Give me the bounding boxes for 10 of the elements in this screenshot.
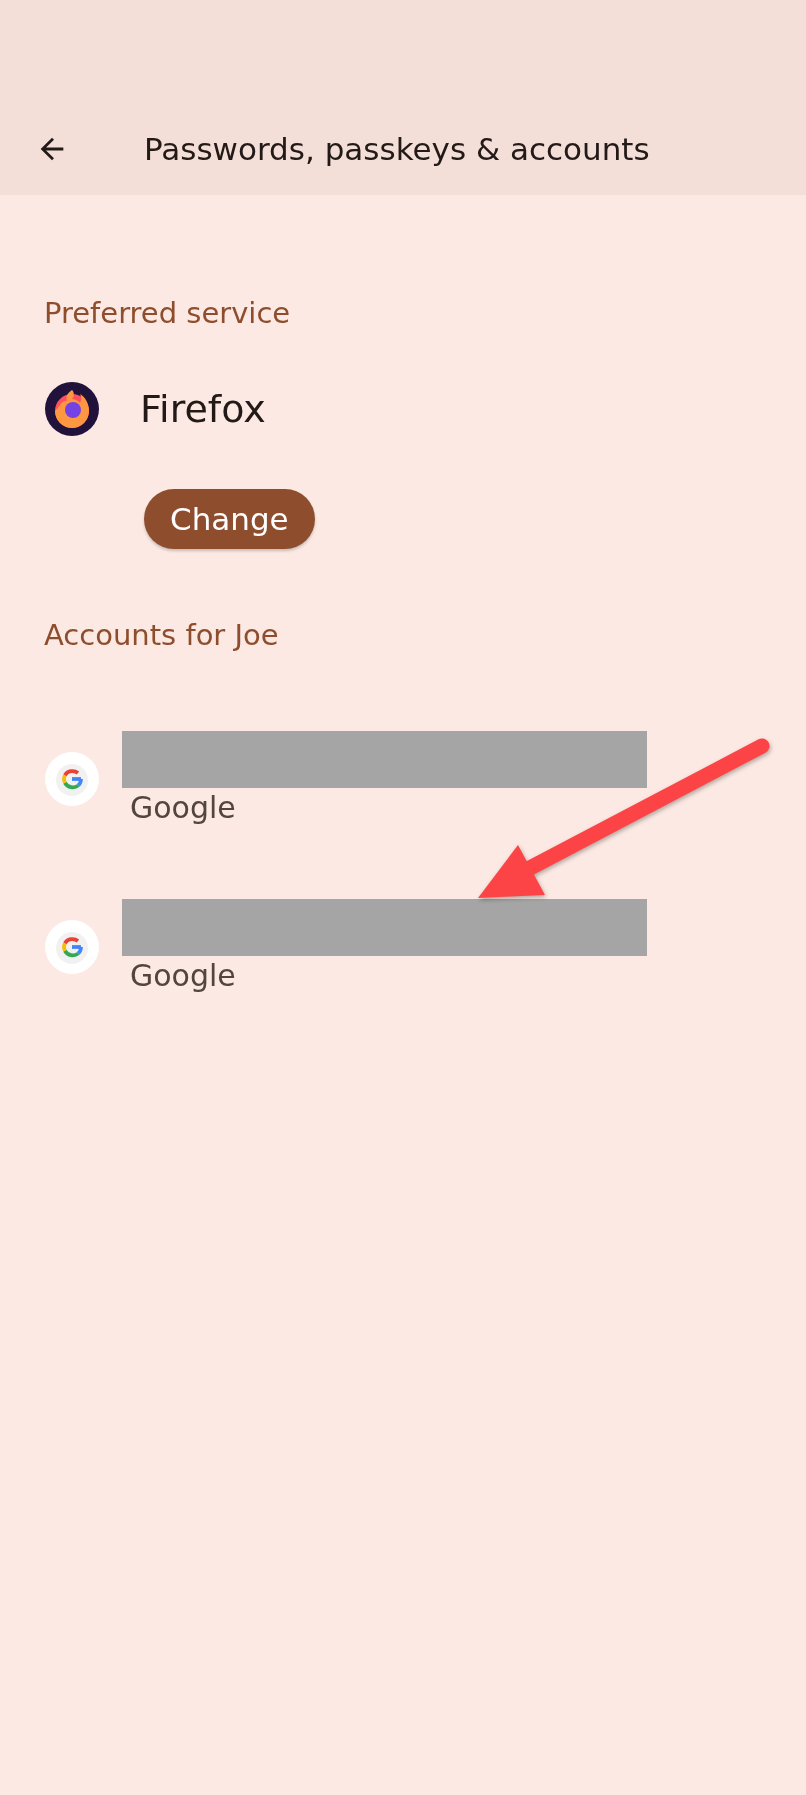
section-heading: Accounts for Joe [44,617,279,654]
account-provider: Google [130,956,237,995]
change-button[interactable]: Change [144,489,315,549]
google-icon [44,751,100,807]
account-provider: Google [130,788,237,827]
google-icon [44,919,100,975]
firefox-icon [44,381,100,437]
service-name: Firefox [140,387,266,431]
section-heading: Preferred service [44,295,291,332]
screen-title: Passwords, passkeys & accounts [144,130,650,169]
